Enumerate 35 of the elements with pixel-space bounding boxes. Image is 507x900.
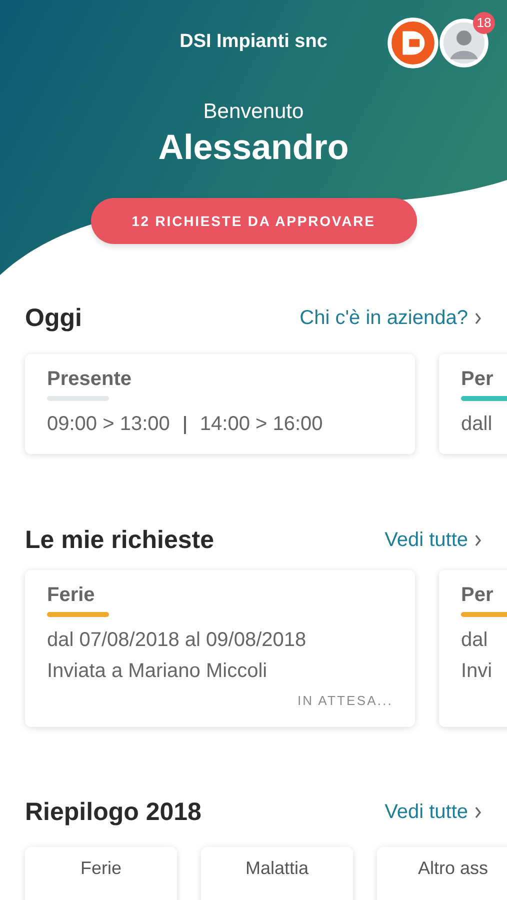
chevron-right-icon [474, 534, 482, 546]
card-title: Malattia [245, 858, 309, 880]
summary-card[interactable]: Malattia [201, 847, 353, 900]
company-name: DSI Impianti snc [180, 31, 328, 53]
section-title: Riepilogo 2018 [25, 798, 202, 826]
card-title: Per [461, 368, 494, 391]
section-title: Le mie richieste [25, 526, 214, 554]
status-label: IN ATTESA... [296, 693, 393, 708]
card-title: Per [461, 584, 494, 607]
summary-card[interactable]: Ferie [25, 847, 177, 900]
card-text: Invi [461, 659, 494, 684]
section-title: Oggi [25, 304, 82, 332]
card-title: Altro ass [418, 858, 488, 880]
card-title: Presente [47, 368, 132, 391]
request-card[interactable]: Presente 09:00 > 13:00 14:00 > 16:00 [25, 354, 415, 454]
chevron-right-icon [474, 806, 482, 818]
card-text: dal [461, 628, 489, 653]
summary-card[interactable]: Altro ass [377, 847, 507, 900]
card-title: Ferie [47, 584, 96, 607]
time-range: 14:00 > 16:00 [200, 412, 323, 437]
card-text: Inviata a Mariano Miccoli [47, 659, 268, 684]
card-title: Ferie [80, 858, 122, 880]
approve-requests-button[interactable]: 12 RICHIESTE DA APPROVARE [90, 198, 416, 244]
chevron-right-icon [474, 312, 482, 324]
request-card[interactable]: Per dal Invi [439, 570, 507, 727]
card-text: dal 07/08/2018 al 09/08/2018 [47, 628, 308, 653]
user-name: Alessandro [158, 128, 349, 168]
request-card[interactable]: Per dall [439, 354, 507, 454]
see-more-link[interactable]: Vedi tutte [384, 528, 482, 552]
time-range: 09:00 > 13:00 [47, 412, 170, 437]
greeting-text: Benvenuto [203, 100, 304, 124]
see-more-link[interactable]: Chi c'è in azienda? [300, 306, 482, 330]
time-range: dall [461, 412, 492, 437]
request-card[interactable]: Ferie dal 07/08/2018 al 09/08/2018 Inviata a Mariano Miccoli IN ATTESA... [25, 570, 415, 727]
see-more-link[interactable]: Vedi tutte [384, 800, 482, 824]
